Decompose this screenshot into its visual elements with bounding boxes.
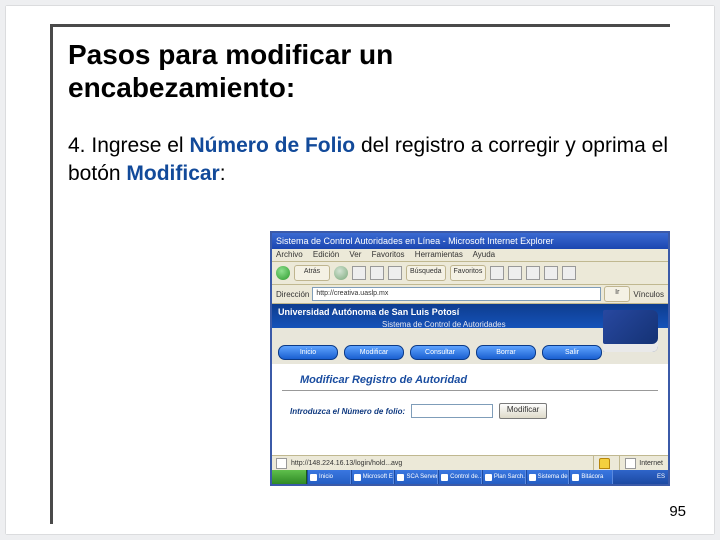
step-part3: :: [220, 162, 226, 185]
print-icon[interactable]: [526, 266, 540, 280]
menu-archivo[interactable]: Archivo: [276, 250, 303, 259]
book-icon: [603, 310, 658, 352]
banner-subtitle: Sistema de Control de Autoridades: [382, 320, 506, 329]
pill-inicio[interactable]: Inicio: [278, 345, 338, 360]
task-sistema[interactable]: Sistema de...: [526, 470, 570, 484]
windows-taskbar: Inicio Microsoft Excel SCA Server Contro…: [272, 470, 668, 484]
form-row: Introduzca el Número de folio: Modificar: [272, 391, 668, 419]
ie-toolbar: Atrás Búsqueda Favoritos: [272, 262, 668, 285]
rule-left: [50, 24, 53, 524]
home-icon[interactable]: [388, 266, 402, 280]
step-text: 4. Ingrese el Número de Folio del regist…: [68, 132, 668, 189]
nav-pills: Inicio Modificar Consultar Borrar Salir: [278, 345, 602, 360]
status-url: http://148.224.16.13/login/hold...avg: [291, 460, 402, 467]
slide: Pasos para modificar un encabezamiento: …: [6, 6, 714, 534]
page-number: 95: [669, 503, 686, 520]
task-inicio[interactable]: Inicio: [307, 470, 351, 484]
folio-label: Introduzca el Número de folio:: [290, 407, 405, 416]
go-button[interactable]: Ir: [604, 286, 630, 302]
rule-top: [50, 24, 670, 27]
messenger-icon[interactable]: [562, 266, 576, 280]
step-bold1: Número de Folio: [189, 134, 355, 157]
edit-icon[interactable]: [544, 266, 558, 280]
links-label: Vínculos: [633, 290, 664, 299]
address-input[interactable]: http://creativa.uaslp.mx: [312, 287, 601, 301]
menu-favoritos[interactable]: Favoritos: [372, 250, 405, 259]
forward-icon[interactable]: [334, 266, 348, 280]
folio-input[interactable]: [411, 404, 493, 418]
form-area: Modificar Registro de Autoridad Introduz…: [272, 364, 668, 419]
step-part1: Ingrese el: [91, 134, 189, 157]
back-button[interactable]: Atrás: [294, 265, 330, 281]
modificar-button[interactable]: Modificar: [499, 403, 547, 419]
menu-herramientas[interactable]: Herramientas: [415, 250, 463, 259]
slide-title: Pasos para modificar un encabezamiento:: [68, 38, 628, 104]
step-bold2: Modificar: [126, 162, 219, 185]
task-label: Control de...: [450, 474, 482, 480]
task-label: Inicio: [319, 474, 333, 480]
menu-ver[interactable]: Ver: [349, 250, 361, 259]
status-zone-internet: Internet: [619, 456, 668, 470]
globe-icon: [625, 458, 636, 469]
stop-icon[interactable]: [352, 266, 366, 280]
back-icon[interactable]: [276, 266, 290, 280]
task-label: Plan Sarch...: [494, 474, 526, 480]
task-plan[interactable]: Plan Sarch...: [482, 470, 526, 484]
menu-edicion[interactable]: Edición: [313, 250, 339, 259]
pill-salir[interactable]: Salir: [542, 345, 602, 360]
status-zone-lock: [593, 456, 615, 470]
task-sca[interactable]: SCA Server: [394, 470, 438, 484]
task-icon: [485, 474, 492, 481]
task-label: SCA Server: [406, 474, 437, 480]
address-label: Dirección: [276, 290, 309, 299]
task-bitacora[interactable]: Bitácora: [569, 470, 613, 484]
banner-title: Universidad Autónoma de San Luis Potosí: [278, 307, 459, 317]
zone-label: Internet: [639, 460, 663, 467]
step-number: 4.: [68, 134, 86, 157]
mail-icon[interactable]: [508, 266, 522, 280]
pill-consultar[interactable]: Consultar: [410, 345, 470, 360]
task-icon: [441, 474, 448, 481]
ie-menubar[interactable]: Archivo Edición Ver Favoritos Herramient…: [272, 249, 668, 262]
system-tray[interactable]: ES: [613, 470, 668, 484]
start-button[interactable]: [272, 470, 307, 484]
search-button[interactable]: Búsqueda: [406, 265, 446, 281]
favorites-button[interactable]: Favoritos: [450, 265, 487, 281]
task-icon: [397, 474, 404, 481]
pill-modificar[interactable]: Modificar: [344, 345, 404, 360]
refresh-icon[interactable]: [370, 266, 384, 280]
browser-screenshot: Sistema de Control Autoridades en Línea …: [270, 231, 670, 486]
ie-statusbar: http://148.224.16.13/login/hold...avg In…: [272, 455, 668, 470]
lock-icon: [599, 458, 610, 469]
form-title: Modificar Registro de Autoridad: [272, 364, 668, 390]
page-icon: [276, 458, 287, 469]
task-icon: [354, 474, 361, 481]
task-icon: [572, 474, 579, 481]
pill-borrar[interactable]: Borrar: [476, 345, 536, 360]
task-label: Bitácora: [581, 474, 603, 480]
task-label: Microsoft Excel: [363, 474, 395, 480]
ie-titlebar: Sistema de Control Autoridades en Línea …: [272, 233, 668, 249]
task-control[interactable]: Control de...: [438, 470, 482, 484]
history-icon[interactable]: [490, 266, 504, 280]
task-icon: [529, 474, 536, 481]
task-excel[interactable]: Microsoft Excel: [351, 470, 395, 484]
task-icon: [310, 474, 317, 481]
task-label: Sistema de...: [538, 474, 570, 480]
app-banner: Universidad Autónoma de San Luis Potosí …: [272, 304, 668, 364]
ie-addressbar: Dirección http://creativa.uaslp.mx Ir Ví…: [272, 285, 668, 304]
menu-ayuda[interactable]: Ayuda: [473, 250, 496, 259]
